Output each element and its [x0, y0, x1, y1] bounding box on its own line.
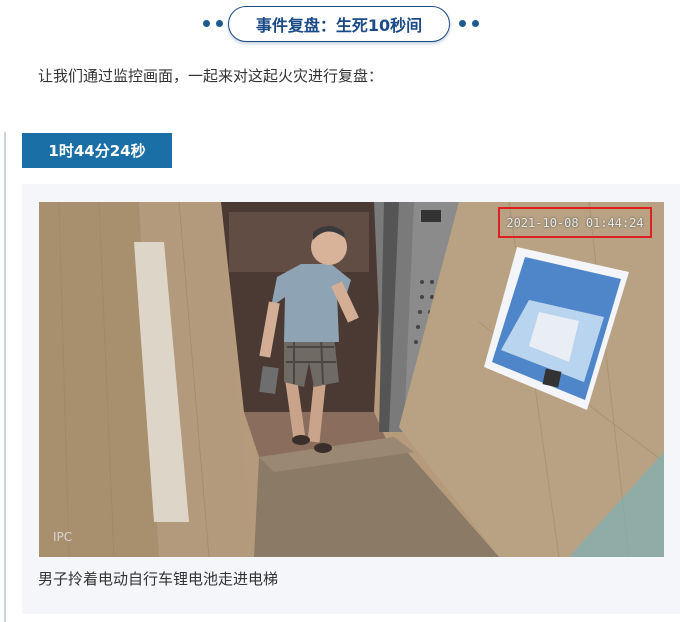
section-title: 事件复盘：生死10秒间 [228, 6, 450, 42]
timeline-line [4, 132, 6, 622]
timestamp-highlight: 2021-10-08 01:44:24 [498, 207, 652, 238]
camera-label: IPC [53, 530, 73, 544]
dot-icon [472, 20, 479, 27]
image-caption: 男子拎着电动自行车锂电池走进电梯 [38, 570, 279, 588]
dot-icon [459, 20, 466, 27]
section-header: 事件复盘：生死10秒间 [0, 6, 680, 46]
left-dots-decoration [203, 20, 223, 27]
right-dots-decoration [459, 20, 479, 27]
surveillance-image[interactable] [39, 202, 664, 557]
intro-text: 让我们通过监控画面，一起来对这起火灾进行复盘： [38, 67, 384, 85]
time-badge: 1时44分24秒 [22, 133, 172, 168]
dot-icon [216, 20, 223, 27]
dot-icon [203, 20, 210, 27]
